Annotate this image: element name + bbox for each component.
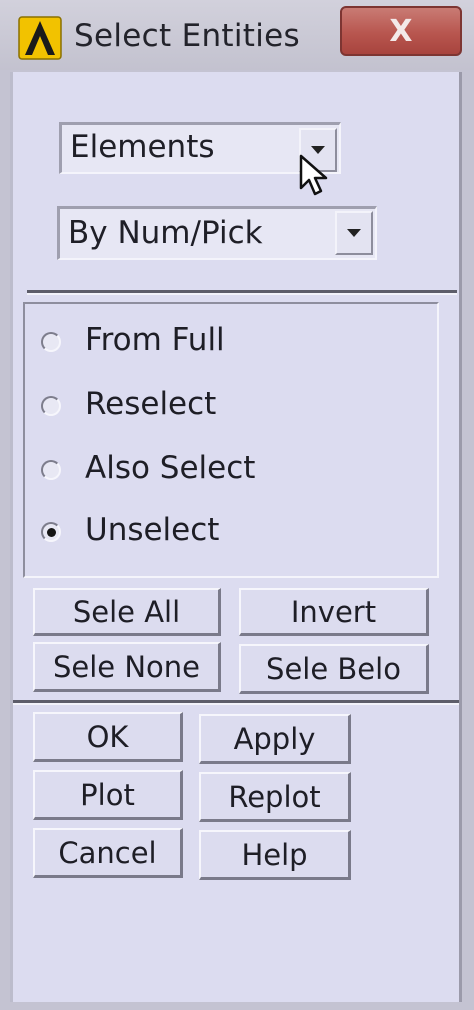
radio-button-selected[interactable]: [41, 522, 61, 542]
radio-label: Unselect: [85, 512, 220, 548]
radio-unselect[interactable]: Unselect: [41, 512, 421, 552]
sele-none-button[interactable]: Sele None: [33, 642, 221, 692]
ansys-logo-icon: [18, 16, 62, 60]
select-entities-window: Select Entities X Elements By Num/Pick F…: [0, 0, 474, 1010]
radio-also-select[interactable]: Also Select: [41, 450, 421, 490]
title-bar[interactable]: Select Entities X: [0, 0, 474, 70]
plot-button[interactable]: Plot: [33, 770, 183, 820]
radio-dot-icon: [47, 528, 56, 537]
divider: [13, 700, 459, 705]
apply-button[interactable]: Apply: [199, 714, 351, 764]
radio-reselect[interactable]: Reselect: [41, 386, 421, 426]
mouse-cursor-icon: [299, 154, 328, 196]
dropdown-arrow-icon[interactable]: [335, 211, 373, 255]
close-icon: X: [389, 13, 413, 49]
selection-method-value: By Num/Pick: [68, 215, 263, 251]
ok-button[interactable]: OK: [33, 712, 183, 762]
selection-method-dropdown[interactable]: By Num/Pick: [57, 206, 377, 260]
help-button[interactable]: Help: [199, 830, 351, 880]
close-button[interactable]: X: [340, 6, 462, 56]
radio-button[interactable]: [41, 460, 61, 480]
dialog-body: Elements By Num/Pick From Full Reselect: [10, 72, 462, 1002]
window-title: Select Entities: [74, 18, 300, 54]
selection-mode-group: From Full Reselect Also Select Unselect: [23, 302, 439, 578]
radio-label: Also Select: [85, 450, 256, 486]
entity-type-value: Elements: [70, 129, 215, 165]
invert-button[interactable]: Invert: [239, 588, 429, 636]
radio-from-full[interactable]: From Full: [41, 322, 421, 362]
radio-label: Reselect: [85, 386, 217, 422]
radio-button[interactable]: [41, 396, 61, 416]
replot-button[interactable]: Replot: [199, 772, 351, 822]
radio-label: From Full: [85, 322, 225, 358]
cancel-button[interactable]: Cancel: [33, 828, 183, 878]
sele-all-button[interactable]: Sele All: [33, 588, 221, 636]
radio-button[interactable]: [41, 332, 61, 352]
sele-belo-button[interactable]: Sele Belo: [239, 644, 429, 694]
divider: [27, 290, 457, 295]
